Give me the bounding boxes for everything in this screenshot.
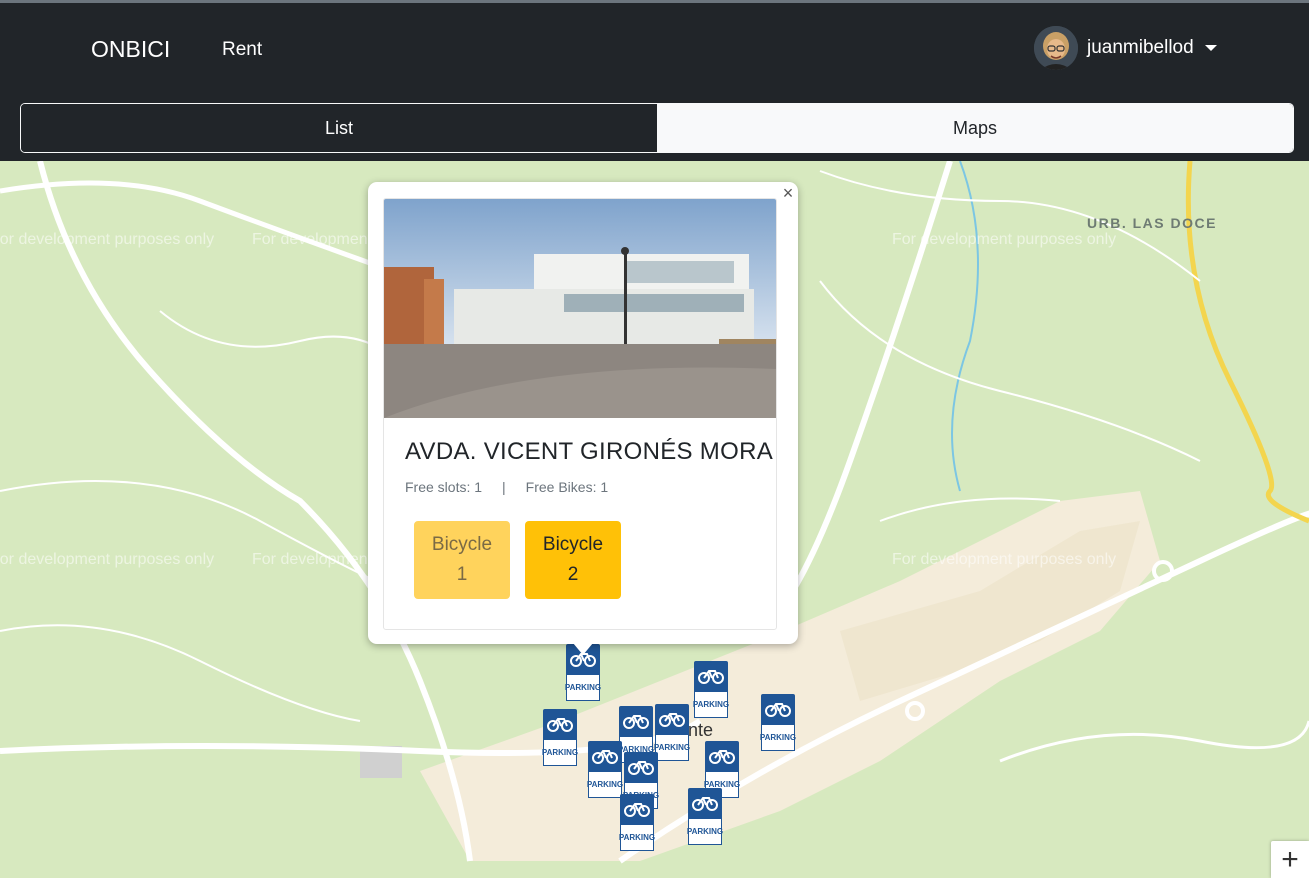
bicycle-button-number: 2 — [567, 564, 579, 585]
free-bikes: Free Bikes: 1 — [525, 479, 609, 495]
bicycle-parking-icon — [694, 661, 728, 691]
parking-label: PARKING — [653, 743, 691, 752]
map-watermark: For development purposes only — [0, 551, 215, 568]
view-toggle: List Maps — [20, 103, 1294, 153]
parking-label: PARKING — [586, 780, 624, 789]
parking-marker[interactable]: PARKING — [653, 704, 691, 761]
parking-marker[interactable]: PARKING — [541, 709, 579, 766]
parking-label: PARKING — [541, 748, 579, 757]
station-stats: Free slots: 1 | Free Bikes: 1 — [405, 479, 608, 495]
navbar: ONBICI Rent juanmibellod List Maps — [0, 3, 1309, 161]
bicycle-parking-icon — [543, 709, 577, 739]
bicycle-parking-icon — [624, 752, 658, 782]
tab-maps[interactable]: Maps — [657, 104, 1293, 152]
stats-separator: | — [502, 479, 506, 495]
station-name: AVDA. VICENT GIRONÉS MORA — [405, 438, 774, 465]
bicycle-button-label: Bicycle — [542, 534, 604, 555]
map-watermark: For development purposes only — [892, 231, 1117, 248]
bicycle-parking-icon — [588, 741, 622, 771]
close-icon[interactable]: × — [779, 183, 797, 203]
username: juanmibellod — [1087, 37, 1194, 58]
bicycle-parking-icon — [688, 788, 722, 818]
parking-label: PARKING — [564, 683, 602, 692]
chevron-down-icon — [1204, 45, 1217, 51]
map-area-label: URB. LAS DOCE — [1087, 215, 1217, 231]
bicycle-1-button[interactable]: Bicycle 1 — [414, 521, 510, 599]
brand-logo[interactable]: ONBICI — [91, 36, 170, 63]
map-town-label: nte — [688, 720, 714, 740]
bicycle-button-number: 1 — [456, 564, 468, 585]
user-avatar — [1034, 26, 1078, 70]
bicycle-2-button[interactable]: Bicycle 2 — [525, 521, 621, 599]
bicycle-parking-icon — [761, 694, 795, 724]
parking-marker[interactable]: PARKING — [586, 741, 624, 798]
map-watermark: For development purposes only — [892, 551, 1117, 568]
zoom-in-button[interactable]: + — [1271, 841, 1309, 878]
bicycle-button-label: Bicycle — [431, 534, 493, 555]
parking-label: PARKING — [692, 700, 730, 709]
nav-link-rent[interactable]: Rent — [222, 39, 262, 61]
parking-label: PARKING — [618, 833, 656, 842]
station-card: AVDA. VICENT GIRONÉS MORA Free slots: 1 |… — [383, 198, 777, 630]
bicycle-parking-icon — [705, 741, 739, 771]
parking-marker[interactable]: PARKING — [618, 794, 656, 851]
station-photo — [384, 199, 776, 418]
popup-pointer — [573, 643, 593, 655]
parking-marker[interactable]: PARKING — [686, 788, 724, 845]
bicycle-parking-icon — [655, 704, 689, 734]
parking-marker[interactable]: PARKING — [692, 661, 730, 718]
user-menu[interactable]: juanmibellod — [1034, 26, 1217, 70]
map-watermark: For development purposes only — [0, 231, 215, 248]
parking-label: PARKING — [686, 827, 724, 836]
bicycle-parking-icon — [619, 706, 653, 736]
parking-label: PARKING — [759, 733, 797, 742]
free-slots: Free slots: 1 — [405, 479, 483, 495]
bicycle-parking-icon — [620, 794, 654, 824]
tab-list[interactable]: List — [21, 104, 657, 152]
parking-marker[interactable]: PARKING — [759, 694, 797, 751]
